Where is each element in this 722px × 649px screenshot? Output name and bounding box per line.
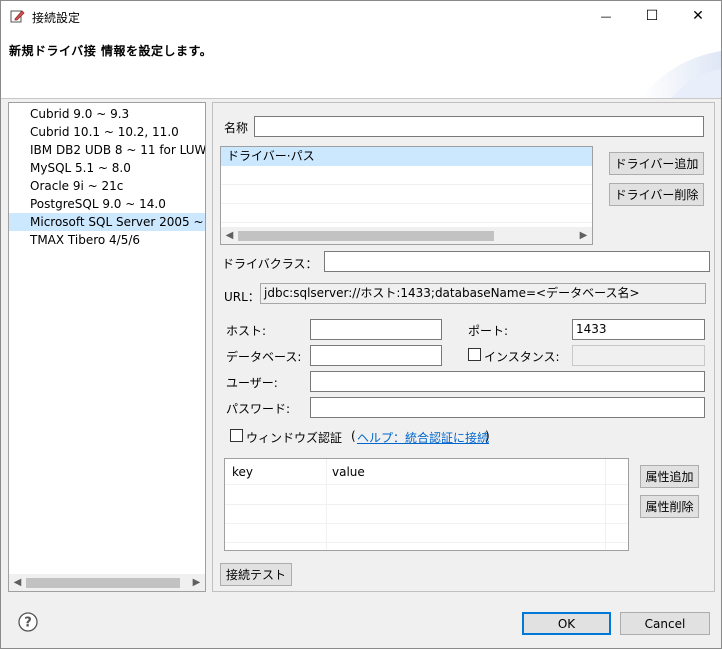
- tree-item[interactable]: Cubrid 10.1 ~ 10.2, 11.0: [9, 123, 205, 141]
- scrollbar-thumb[interactable]: [238, 231, 494, 241]
- instance-checkbox[interactable]: [468, 348, 481, 361]
- tree-item[interactable]: PostgreSQL 9.0 ~ 14.0: [9, 195, 205, 213]
- instance-input[interactable]: [572, 345, 705, 366]
- header-message: 新規ドライバ接 情報を設定します。: [9, 44, 213, 58]
- remove-driver-button[interactable]: ドライバー削除: [609, 183, 704, 206]
- column-header-key[interactable]: key: [232, 465, 253, 479]
- database-input[interactable]: [310, 345, 442, 366]
- driver-path-horizontal-scrollbar[interactable]: ◀ ▶: [221, 227, 592, 244]
- list-item[interactable]: [221, 204, 592, 223]
- scrollbar-thumb[interactable]: [26, 578, 180, 588]
- edit-settings-icon: [10, 10, 25, 23]
- url-label: URL：: [224, 290, 260, 304]
- tree-item-selected[interactable]: Microsoft SQL Server 2005 ~ 20: [9, 213, 205, 231]
- database-label: データベース:: [226, 350, 302, 364]
- tree-item[interactable]: IBM DB2 UDB 8 ~ 11 for LUW: [9, 141, 205, 159]
- window-title: 接続設定: [32, 11, 81, 25]
- close-button[interactable]: ✕: [675, 1, 721, 31]
- tree-item[interactable]: Oracle 9i ~ 21c: [9, 177, 205, 195]
- cancel-button[interactable]: Cancel: [620, 612, 710, 635]
- add-property-button[interactable]: 属性追加: [640, 465, 699, 488]
- driver-class-input[interactable]: [324, 251, 710, 272]
- password-input[interactable]: [310, 397, 705, 418]
- list-item[interactable]: [221, 185, 592, 204]
- name-input[interactable]: [254, 116, 704, 137]
- user-label: ユーザー:: [226, 376, 278, 390]
- properties-header-row: key value: [225, 459, 628, 485]
- maximize-icon: ☐: [645, 8, 659, 24]
- driver-path-list[interactable]: ドライバー·パス ◀ ▶: [220, 146, 593, 245]
- minimize-button[interactable]: —: [583, 1, 629, 31]
- list-item[interactable]: [221, 166, 592, 185]
- row-divider: [225, 523, 628, 524]
- svg-text:?: ?: [24, 616, 32, 631]
- maximize-button[interactable]: ☐: [629, 1, 675, 31]
- add-driver-button[interactable]: ドライバー追加: [609, 152, 704, 175]
- column-header-value[interactable]: value: [332, 465, 365, 479]
- title-bar[interactable]: 接続設定 — ☐ ✕: [1, 1, 721, 31]
- driver-path-header[interactable]: ドライバー·パス: [221, 147, 592, 166]
- user-input[interactable]: [310, 371, 705, 392]
- driver-tree[interactable]: Cubrid 9.0 ~ 9.3 Cubrid 10.1 ~ 10.2, 11.…: [8, 102, 206, 592]
- column-divider: [605, 459, 606, 550]
- driver-class-label: ドライバクラス：: [222, 257, 318, 271]
- tree-item[interactable]: MySQL 5.1 ~ 8.0: [9, 159, 205, 177]
- port-label: ポート:: [468, 324, 509, 338]
- close-icon: ✕: [692, 8, 704, 24]
- instance-label: インスタンス:: [484, 350, 560, 364]
- url-field[interactable]: jdbc:sqlserver://ホスト:1433;databaseName=<…: [260, 283, 706, 304]
- windows-auth-label: ウィンドウズ認証: [246, 431, 343, 445]
- connection-settings-dialog: 接続設定 — ☐ ✕ 新規ドライバ接 情報を設定します。 Cubrid 9.0 …: [0, 0, 722, 649]
- scroll-right-icon[interactable]: ▶: [575, 227, 592, 244]
- help-paren-open: (: [351, 429, 356, 443]
- help-paren-close: ): [485, 429, 490, 443]
- properties-table[interactable]: key value: [224, 458, 629, 551]
- remove-property-button[interactable]: 属性削除: [640, 495, 699, 518]
- tree-item[interactable]: TMAX Tibero 4/5/6: [9, 231, 205, 249]
- scroll-left-icon[interactable]: ◀: [221, 227, 238, 244]
- scroll-right-icon[interactable]: ▶: [188, 574, 205, 591]
- password-label: パスワード:: [226, 402, 291, 416]
- row-divider: [225, 542, 628, 543]
- row-divider: [225, 504, 628, 505]
- scroll-left-icon[interactable]: ◀: [9, 574, 26, 591]
- dialog-header: 新規ドライバ接 情報を設定します。: [1, 31, 721, 99]
- windows-auth-checkbox[interactable]: [230, 429, 243, 442]
- help-icon[interactable]: ?: [18, 612, 38, 632]
- tree-horizontal-scrollbar[interactable]: ◀ ▶: [9, 574, 205, 591]
- driver-settings-panel: 名称 ドライバー·パス ◀ ▶ ドライバー追加 ドライバー削除 ドライバクラス：…: [212, 102, 715, 592]
- ok-button[interactable]: OK: [522, 612, 611, 635]
- column-divider: [326, 459, 327, 550]
- name-label: 名称: [224, 121, 249, 135]
- header-separator: [1, 98, 721, 99]
- host-input[interactable]: [310, 319, 442, 340]
- tree-item[interactable]: Cubrid 9.0 ~ 9.3: [9, 105, 205, 123]
- port-input[interactable]: 1433: [572, 319, 705, 340]
- host-label: ホスト:: [226, 324, 267, 338]
- header-banner-graphic: [641, 51, 721, 99]
- minimize-icon: —: [600, 9, 612, 23]
- integrated-auth-help-link[interactable]: ヘルプ：統合認証に接続: [357, 429, 489, 446]
- test-connection-button[interactable]: 接続テスト: [220, 563, 292, 586]
